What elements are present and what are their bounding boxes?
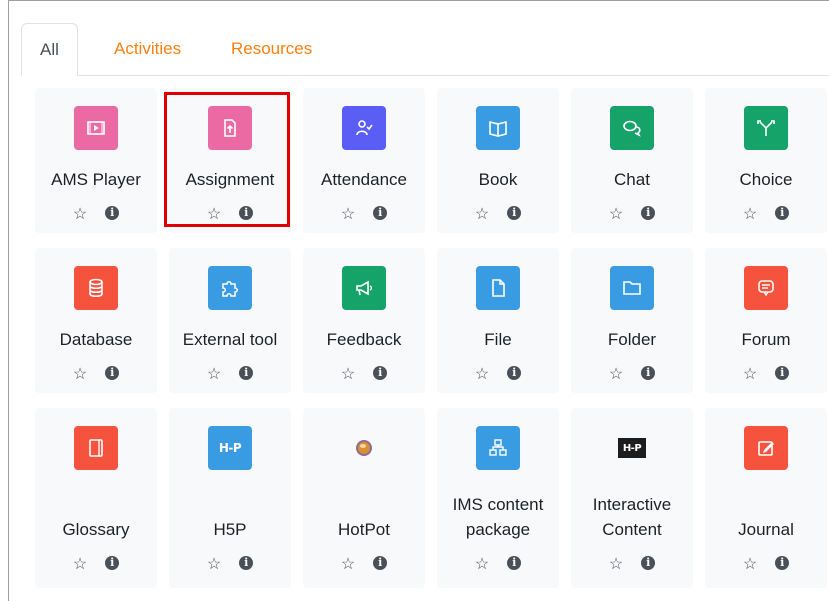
h5p-icon: H-P (208, 426, 252, 470)
module-tile-ims-content-package[interactable]: IMS content package ☆ i (437, 408, 559, 588)
info-icon[interactable]: i (105, 206, 120, 220)
journal-icon (744, 426, 788, 470)
module-name-line2: package (465, 520, 531, 539)
module-name: Folder (607, 330, 657, 349)
module-tile-file[interactable]: File ☆ i (437, 248, 559, 393)
module-tile-hotpot[interactable]: HotPot ☆ i (303, 408, 425, 588)
star-icon[interactable]: ☆ (743, 554, 757, 574)
module-name: AMS Player (51, 170, 141, 189)
module-tile-glossary[interactable]: Glossary ☆ i (35, 408, 157, 588)
package-icon (476, 426, 520, 470)
people-icon (342, 106, 386, 150)
module-tile-folder[interactable]: Folder ☆ i (571, 248, 693, 393)
info-icon[interactable]: i (239, 366, 254, 380)
star-icon[interactable]: ☆ (341, 554, 355, 574)
info-icon[interactable]: i (105, 556, 120, 570)
megaphone-icon (342, 266, 386, 310)
star-icon[interactable]: ☆ (609, 554, 623, 574)
star-icon[interactable]: ☆ (73, 204, 87, 224)
module-tile-feedback[interactable]: Feedback ☆ i (303, 248, 425, 393)
star-icon[interactable]: ☆ (207, 364, 221, 384)
module-name: Book (478, 170, 518, 189)
star-icon[interactable]: ☆ (341, 204, 355, 224)
info-icon[interactable]: i (239, 556, 254, 570)
h5p-logo-box: H-P (618, 438, 646, 458)
interactive-content-icon: H-P (610, 426, 654, 470)
module-tile-external-tool[interactable]: External tool ☆ i (169, 248, 291, 393)
star-icon[interactable]: ☆ (475, 204, 489, 224)
upload-file-icon (208, 106, 252, 150)
star-icon[interactable]: ☆ (743, 364, 757, 384)
module-name: Assignment (185, 170, 275, 189)
forum-icon (744, 266, 788, 310)
module-tile-interactive-content[interactable]: H-P Interactive Content ☆ i (571, 408, 693, 588)
info-icon[interactable]: i (507, 206, 522, 220)
info-icon[interactable]: i (373, 556, 388, 570)
module-tile-chat[interactable]: Chat ☆ i (571, 88, 693, 233)
star-icon[interactable]: ☆ (73, 554, 87, 574)
module-name-line1: IMS content (452, 495, 544, 514)
info-icon[interactable]: i (775, 206, 790, 220)
module-name: Feedback (326, 330, 402, 349)
module-tile-ams-player[interactable]: AMS Player ☆ i (35, 88, 157, 233)
star-icon[interactable]: ☆ (609, 204, 623, 224)
hotpot-icon (342, 426, 386, 470)
module-tile-h5p[interactable]: H-P H5P ☆ i (169, 408, 291, 588)
info-icon[interactable]: i (641, 556, 656, 570)
info-icon[interactable]: i (373, 206, 388, 220)
module-name: Glossary (62, 520, 130, 539)
file-icon (476, 266, 520, 310)
module-tile-forum[interactable]: Forum ☆ i (705, 248, 827, 393)
module-name: Journal (738, 520, 794, 539)
module-tile-database[interactable]: Database ☆ i (35, 248, 157, 393)
module-tile-assignment[interactable]: Assignment ☆ i (169, 88, 291, 233)
database-icon (74, 266, 118, 310)
star-icon[interactable]: ☆ (609, 364, 623, 384)
module-name: Forum (741, 330, 791, 349)
star-icon[interactable]: ☆ (475, 554, 489, 574)
module-name-line2: Content (602, 520, 662, 539)
book-icon (476, 106, 520, 150)
star-icon[interactable]: ☆ (207, 554, 221, 574)
h5p-logo-text: H-P (218, 441, 242, 455)
module-tile-attendance[interactable]: Attendance ☆ i (303, 88, 425, 233)
module-name-line1: Interactive (592, 495, 672, 514)
module-name: External tool (182, 330, 278, 349)
info-icon[interactable]: i (507, 556, 522, 570)
star-icon[interactable]: ☆ (207, 204, 221, 224)
info-icon[interactable]: i (373, 366, 388, 380)
chat-icon (610, 106, 654, 150)
module-name: H5P (213, 520, 247, 539)
star-icon[interactable]: ☆ (743, 204, 757, 224)
star-icon[interactable]: ☆ (73, 364, 87, 384)
info-icon[interactable]: i (239, 206, 254, 220)
module-tile-choice[interactable]: Choice ☆ i (705, 88, 827, 233)
info-icon[interactable]: i (775, 366, 790, 380)
glossary-icon (74, 426, 118, 470)
star-icon[interactable]: ☆ (341, 364, 355, 384)
choice-icon (744, 106, 788, 150)
video-icon (74, 106, 118, 150)
info-icon[interactable]: i (507, 366, 522, 380)
info-icon[interactable]: i (775, 556, 790, 570)
info-icon[interactable]: i (105, 366, 120, 380)
module-grid: AMS Player ☆ i Assignment ☆ i Attendance ☆… (0, 0, 829, 588)
module-name: Attendance (320, 170, 407, 189)
module-name: HotPot (338, 520, 390, 539)
module-name: File (484, 330, 512, 349)
module-tile-book[interactable]: Book ☆ i (437, 88, 559, 233)
info-icon[interactable]: i (641, 206, 656, 220)
folder-icon (610, 266, 654, 310)
module-tile-journal[interactable]: Journal ☆ i (705, 408, 827, 588)
module-name: Database (59, 330, 133, 349)
module-name: Chat (614, 170, 650, 189)
star-icon[interactable]: ☆ (475, 364, 489, 384)
info-icon[interactable]: i (641, 366, 656, 380)
puzzle-icon (208, 266, 252, 310)
module-name: Choice (739, 170, 793, 189)
h5p-logo-text: H-P (622, 442, 642, 454)
